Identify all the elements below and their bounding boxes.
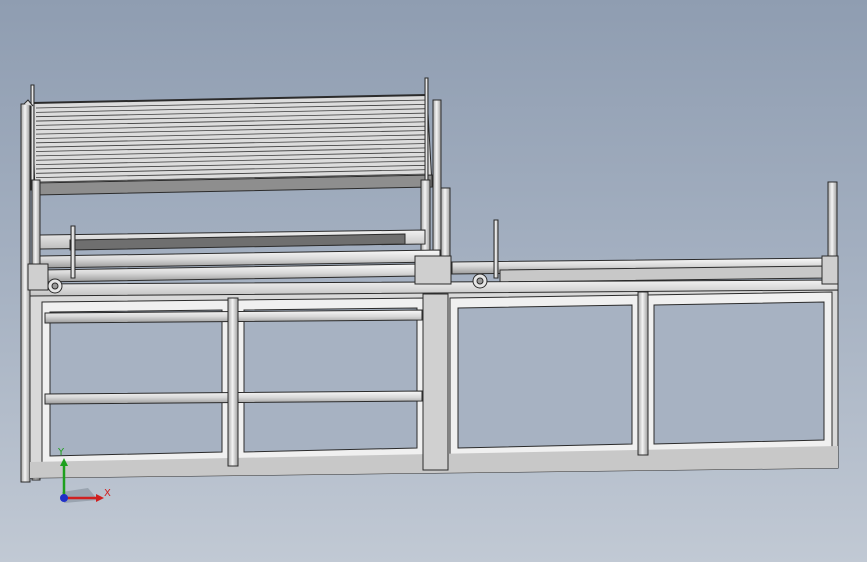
y-axis-label: Y bbox=[57, 447, 65, 458]
frame-divider-1 bbox=[227, 297, 239, 467]
panel-support-rod-left bbox=[30, 84, 35, 191]
frame-divider-3 bbox=[637, 291, 649, 456]
frame-window-2 bbox=[235, 297, 426, 463]
right-upright-arm[interactable] bbox=[493, 219, 499, 279]
center-post-b[interactable] bbox=[432, 99, 442, 261]
right-wheel-hub bbox=[476, 277, 484, 285]
frame-window-1 bbox=[41, 299, 231, 467]
center-post-c[interactable] bbox=[440, 187, 451, 264]
center-bracket[interactable] bbox=[414, 255, 452, 285]
frame-divider-center bbox=[422, 293, 449, 471]
left-wheel-hub bbox=[51, 282, 59, 290]
x-axis-arrowhead bbox=[96, 494, 104, 502]
triad-plane-icon bbox=[62, 488, 98, 503]
left-end-bracket[interactable] bbox=[27, 263, 49, 291]
x-axis-label: X bbox=[104, 488, 111, 499]
frame-window-4 bbox=[645, 291, 833, 455]
louvered-top-panel[interactable] bbox=[31, 94, 433, 196]
z-axis-dot bbox=[60, 494, 68, 502]
cad-viewport[interactable]: X Y bbox=[0, 0, 867, 562]
frame-window-3 bbox=[449, 294, 641, 459]
machine-assembly[interactable] bbox=[20, 77, 839, 483]
left-upright-arm[interactable] bbox=[70, 225, 76, 279]
panel-support-rod-right bbox=[424, 77, 429, 189]
left-outer-post[interactable] bbox=[20, 103, 31, 483]
right-end-bracket[interactable] bbox=[821, 255, 839, 285]
